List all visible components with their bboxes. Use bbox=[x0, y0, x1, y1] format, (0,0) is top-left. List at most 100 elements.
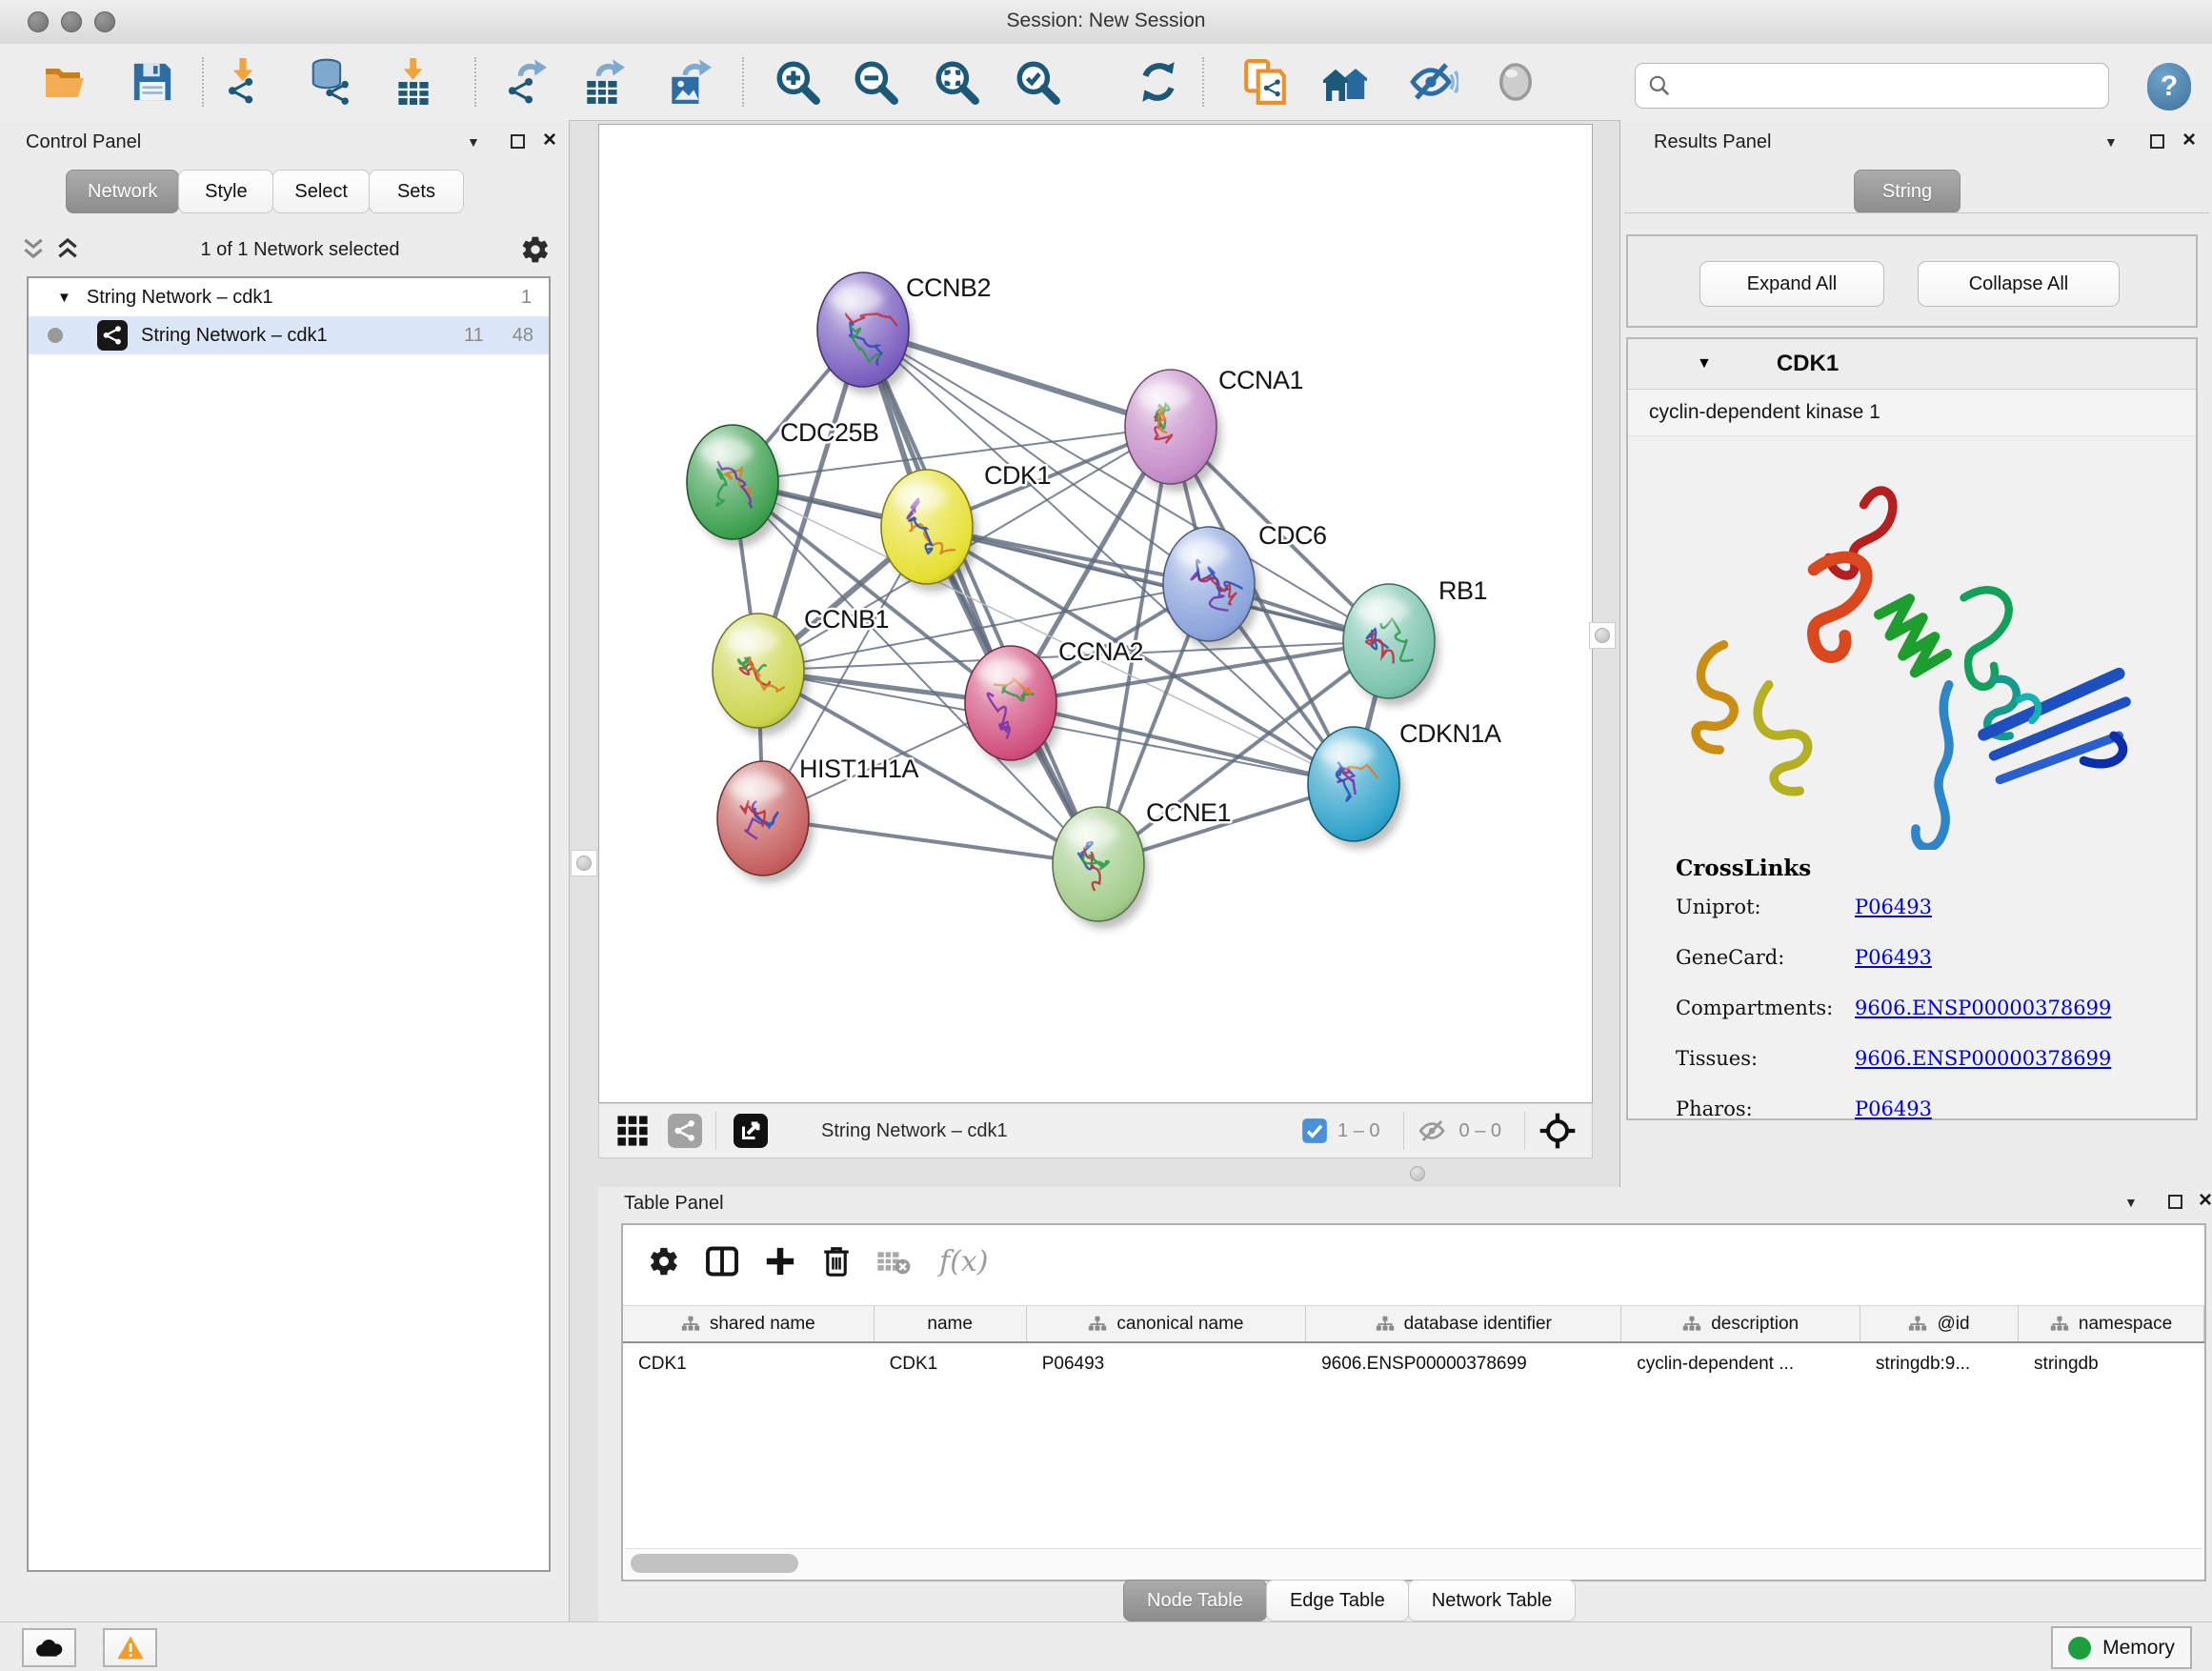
network-node-CCNE1[interactable] bbox=[1053, 807, 1149, 929]
tab-edge-table[interactable]: Edge Table bbox=[1266, 1580, 1409, 1621]
panel-menu-caret-icon[interactable]: ▼ bbox=[467, 134, 480, 150]
panel-close-button[interactable]: × bbox=[543, 132, 556, 147]
network-node-CCNA1[interactable] bbox=[1125, 370, 1221, 492]
column-header-canonical-name[interactable]: canonical name bbox=[1027, 1306, 1306, 1341]
show-columns-button[interactable] bbox=[705, 1245, 739, 1278]
import-network-from-database-button[interactable] bbox=[302, 53, 355, 111]
table-row[interactable]: CDK1CDK1P064939606.ENSP00000378699cyclin… bbox=[623, 1345, 2204, 1383]
panel-float-button[interactable] bbox=[2150, 134, 2164, 153]
horizontal-splitter-handle[interactable] bbox=[1410, 1166, 1425, 1181]
selected-checkbox-icon[interactable] bbox=[1301, 1117, 1328, 1144]
warnings-button[interactable] bbox=[103, 1628, 157, 1667]
column-header-namespace[interactable]: namespace bbox=[2019, 1306, 2204, 1341]
table-options-button[interactable] bbox=[648, 1245, 680, 1278]
network-node-CDC6[interactable] bbox=[1163, 527, 1259, 649]
crosslink-value-link[interactable]: P06493 bbox=[1855, 896, 1932, 918]
column-header-name[interactable]: name bbox=[875, 1306, 1027, 1341]
network-overview-icon[interactable] bbox=[668, 1114, 702, 1148]
function-builder-button[interactable]: f(x) bbox=[939, 1245, 988, 1278]
table-cell[interactable]: stringdb bbox=[2019, 1345, 2204, 1383]
zoom-selected-button[interactable] bbox=[1011, 53, 1064, 111]
panel-close-button[interactable]: × bbox=[2199, 1193, 2212, 1207]
expand-all-button[interactable]: Expand All bbox=[1699, 261, 1884, 307]
export-table-button[interactable] bbox=[577, 53, 631, 111]
cloud-status-button[interactable] bbox=[22, 1628, 76, 1667]
zoom-in-button[interactable] bbox=[771, 53, 824, 111]
create-column-button[interactable] bbox=[764, 1245, 796, 1278]
search-input[interactable] bbox=[1679, 74, 2108, 97]
scrollbar-thumb[interactable] bbox=[631, 1554, 798, 1573]
tree-expander-icon[interactable]: ▼ bbox=[57, 290, 71, 306]
collapse-caret-icon[interactable]: ▼ bbox=[1697, 355, 1712, 372]
crosslink-value-link[interactable]: P06493 bbox=[1855, 946, 1932, 969]
save-session-button[interactable] bbox=[126, 53, 179, 111]
hidden-eye-slash-icon[interactable] bbox=[1418, 1117, 1450, 1145]
network-node-CCNA2[interactable] bbox=[965, 646, 1061, 768]
help-button[interactable]: ? bbox=[2147, 63, 2191, 111]
table-cell[interactable]: stringdb:9... bbox=[1860, 1345, 2019, 1383]
update-network-button[interactable] bbox=[1132, 53, 1185, 111]
table-cell[interactable]: CDK1 bbox=[875, 1345, 1027, 1383]
panel-close-button[interactable]: × bbox=[2182, 132, 2196, 147]
zoom-fit-button[interactable] bbox=[930, 53, 983, 111]
network-options-gear-icon[interactable] bbox=[520, 234, 551, 265]
memory-button[interactable]: Memory bbox=[2051, 1626, 2192, 1669]
tab-network-table[interactable]: Network Table bbox=[1408, 1580, 1576, 1621]
import-table-from-file-button[interactable] bbox=[387, 53, 440, 111]
network-node-RB1[interactable] bbox=[1343, 584, 1439, 706]
delete-column-button[interactable] bbox=[821, 1245, 852, 1278]
fit-selected-crosshair-icon[interactable] bbox=[1538, 1112, 1577, 1150]
column-header-database-identifier[interactable]: database identifier bbox=[1306, 1306, 1621, 1341]
birds-eye-grid-icon[interactable] bbox=[616, 1115, 649, 1147]
network-collection-row[interactable]: ▼ String Network – cdk1 1 bbox=[29, 278, 549, 316]
tab-style[interactable]: Style bbox=[178, 170, 273, 213]
open-file-button[interactable] bbox=[38, 53, 91, 111]
tab-network[interactable]: Network bbox=[66, 170, 179, 213]
table-cell[interactable]: CDK1 bbox=[623, 1345, 875, 1383]
column-header-shared-name[interactable]: shared name bbox=[623, 1306, 875, 1341]
tab-node-table[interactable]: Node Table bbox=[1123, 1580, 1267, 1621]
clone-network-button[interactable] bbox=[1238, 53, 1292, 111]
right-splitter-handle[interactable] bbox=[1589, 622, 1616, 649]
table-cell[interactable]: 9606.ENSP00000378699 bbox=[1306, 1345, 1621, 1383]
network-node-CDK1[interactable] bbox=[881, 470, 977, 592]
panel-float-button[interactable] bbox=[511, 134, 525, 153]
crosslink-value-link[interactable]: 9606.ENSP00000378699 bbox=[1855, 997, 2111, 1019]
network-node-CCNB1[interactable] bbox=[713, 614, 809, 735]
export-image-button[interactable] bbox=[662, 53, 715, 111]
table-horizontal-scrollbar[interactable] bbox=[625, 1548, 2202, 1578]
protein-header-row[interactable]: ▼ CDK1 bbox=[1628, 339, 2196, 390]
panel-float-button[interactable] bbox=[2168, 1195, 2182, 1214]
network-node-CDKN1A[interactable] bbox=[1308, 727, 1404, 849]
export-network-button[interactable] bbox=[499, 53, 553, 111]
network-node-CDC25B[interactable] bbox=[687, 425, 783, 547]
expand-all-chevron-icon[interactable] bbox=[55, 235, 80, 264]
panel-menu-caret-icon[interactable]: ▼ bbox=[2124, 1195, 2138, 1210]
tab-select[interactable]: Select bbox=[272, 170, 370, 213]
left-splitter-handle[interactable] bbox=[571, 850, 597, 876]
toolbar-search[interactable] bbox=[1635, 63, 2109, 109]
collapse-all-chevron-icon[interactable] bbox=[21, 235, 46, 264]
import-network-from-file-button[interactable] bbox=[217, 53, 271, 111]
collapse-all-button[interactable]: Collapse All bbox=[1918, 261, 2120, 307]
tab-sets[interactable]: Sets bbox=[369, 170, 464, 213]
network-node-CCNB2[interactable] bbox=[817, 272, 914, 394]
crosslink-value-link[interactable]: 9606.ENSP00000378699 bbox=[1855, 1047, 2111, 1070]
panel-menu-caret-icon[interactable]: ▼ bbox=[2104, 134, 2118, 150]
column-header--id[interactable]: @id bbox=[1860, 1306, 2019, 1341]
first-neighbors-button[interactable] bbox=[1319, 53, 1373, 111]
network-canvas[interactable]: CCNB2CCNA1CDC25BCDK1CDC6RB1CCNB1CCNA2CDK… bbox=[598, 124, 1593, 1103]
network-graph[interactable]: CCNB2CCNA1CDC25BCDK1CDC6RB1CCNB1CCNA2CDK… bbox=[599, 125, 1592, 1102]
table-cell[interactable]: P06493 bbox=[1027, 1345, 1306, 1383]
crosslink-value-link[interactable]: P06493 bbox=[1855, 1097, 1932, 1120]
zoom-out-button[interactable] bbox=[849, 53, 902, 111]
import-network-icon bbox=[220, 58, 268, 106]
tab-string[interactable]: String bbox=[1854, 170, 1961, 213]
hide-selected-button[interactable] bbox=[1407, 53, 1460, 111]
table-cell[interactable]: cyclin-dependent ... bbox=[1621, 1345, 1860, 1383]
open-in-window-icon[interactable] bbox=[734, 1114, 768, 1148]
column-header-description[interactable]: description bbox=[1621, 1306, 1860, 1341]
network-row[interactable]: String Network – cdk1 11 48 bbox=[29, 316, 549, 354]
delete-table-button[interactable] bbox=[876, 1247, 911, 1276]
show-all-button[interactable] bbox=[1489, 53, 1542, 111]
